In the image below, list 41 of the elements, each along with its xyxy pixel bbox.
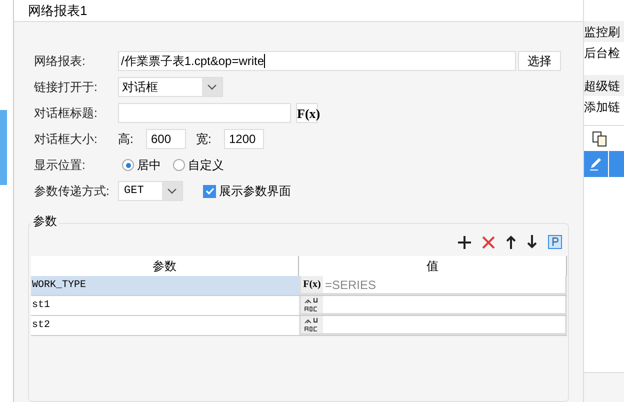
radio-button[interactable]	[173, 159, 185, 171]
width-label: 宽:	[196, 131, 212, 148]
add-icon[interactable]	[458, 236, 471, 248]
delete-icon[interactable]	[482, 236, 495, 248]
pencil-icon	[589, 157, 603, 171]
height-label: 高:	[118, 131, 134, 148]
table-cell[interactable]: WORK_TYPE	[31, 276, 299, 295]
chevron-down-icon	[207, 84, 217, 90]
chevron-down-icon	[167, 188, 177, 194]
radio-label: 自定义	[188, 157, 224, 174]
method-dropdown[interactable]: GET	[118, 181, 183, 201]
dialog-title-field[interactable]	[118, 103, 291, 123]
field-label: 网络报表:	[34, 53, 86, 70]
panel-label: 后台检	[584, 44, 620, 62]
report-path-field[interactable]: /作業票子表1.cpt&op=write	[118, 51, 516, 71]
arrow-up-icon[interactable]	[506, 235, 516, 249]
open-in-dropdown[interactable]: 对话框	[118, 77, 223, 97]
checkbox-label: 展示参数界面	[219, 183, 291, 200]
radio-label: 居中	[137, 157, 161, 174]
height-field[interactable]: 600	[146, 129, 186, 149]
table-cell[interactable]: st1	[31, 296, 299, 315]
field-label: 参数传递方式:	[34, 183, 110, 200]
choose-button[interactable]: 选择	[518, 51, 561, 71]
formula-button[interactable]: F(x)	[296, 103, 318, 123]
panel-label: 监控刷	[584, 24, 620, 40]
copy-icon[interactable]	[592, 130, 608, 146]
field-label: 对话框标题:	[34, 105, 98, 122]
panel-label: 添加链	[584, 98, 620, 116]
parameter-icon[interactable]	[548, 235, 562, 249]
arrow-down-icon[interactable]	[527, 235, 537, 249]
field-label: 对话框大小:	[34, 131, 98, 148]
window-title: 网络报表1	[28, 2, 88, 20]
field-label: 显示位置:	[34, 157, 86, 174]
panel-label: 超级链	[584, 78, 620, 94]
group-legend: 参数	[31, 215, 59, 227]
field-label: 链接打开于:	[34, 79, 98, 96]
edit-button[interactable]	[584, 151, 608, 177]
width-field[interactable]: 1200	[224, 129, 264, 149]
checkbox[interactable]	[203, 184, 216, 198]
table-cell[interactable]: st2	[31, 316, 299, 335]
radio-button[interactable]	[122, 159, 134, 171]
